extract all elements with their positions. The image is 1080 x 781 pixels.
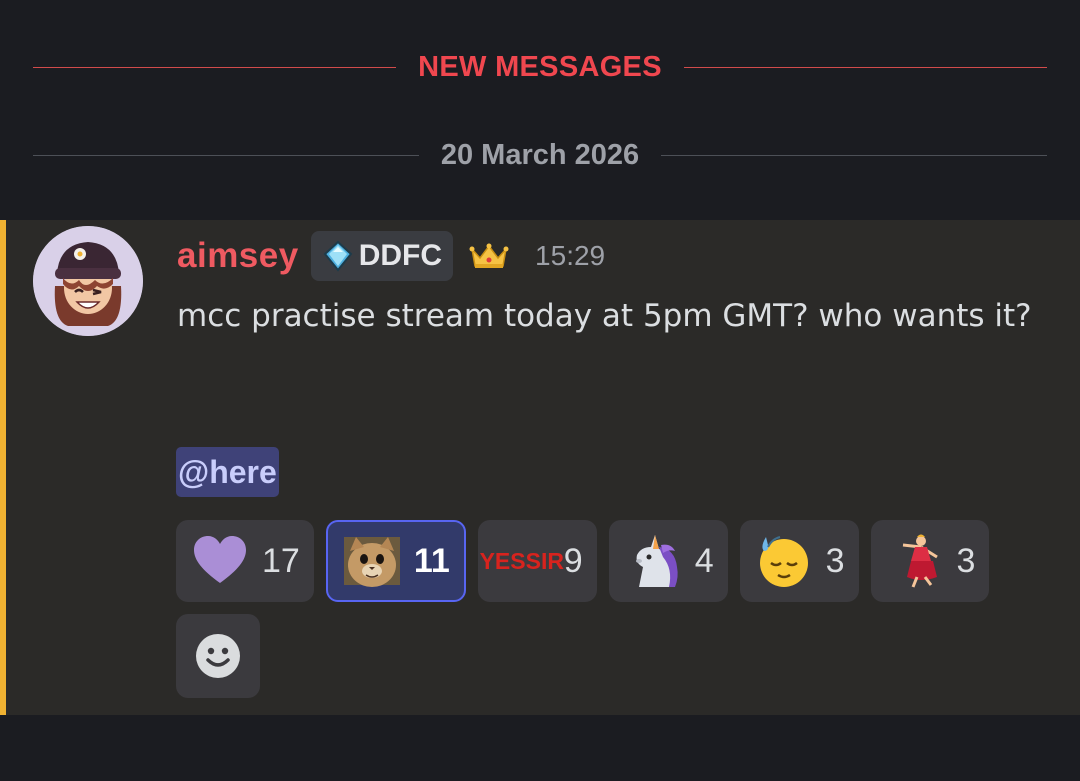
new-messages-label: NEW MESSAGES <box>418 50 662 83</box>
divider-line-right <box>683 66 1047 68</box>
date-divider: 20 March 2026 <box>33 136 1047 174</box>
add-reaction-button[interactable] <box>176 614 260 698</box>
reaction-count: 3 <box>825 541 845 580</box>
divider-line-right <box>661 154 1047 156</box>
here-mention[interactable]: @here <box>176 447 279 497</box>
reactions-bar: 17 11 YES SIR 9 4 3 3 <box>176 520 990 604</box>
divider-line-left <box>33 66 397 68</box>
mention-highlight-bar <box>0 220 6 715</box>
cat-face-custom-emoji <box>343 533 400 589</box>
message[interactable]: aimsey DDFC 15:29 mcc practise stream to… <box>0 220 1080 715</box>
message-timestamp[interactable]: 15:29 <box>535 240 605 272</box>
reaction-sleepy-sweat[interactable]: 3 <box>739 520 859 602</box>
new-messages-divider: NEW MESSAGES <box>33 48 1047 86</box>
reaction-yes-sir[interactable]: YES SIR 9 <box>477 520 597 602</box>
server-tag[interactable]: DDFC <box>310 231 454 281</box>
reaction-unicorn[interactable]: 4 <box>608 520 728 602</box>
diamond-icon <box>323 240 353 272</box>
message-header: aimsey DDFC 15:29 <box>177 231 605 281</box>
message-content: mcc practise stream today at 5pm GMT? wh… <box>177 298 1032 334</box>
avatar[interactable] <box>33 226 143 336</box>
reaction-count: 17 <box>262 541 300 580</box>
reaction-dancer[interactable]: 3 <box>870 520 990 602</box>
reaction-count: 9 <box>563 541 583 580</box>
server-tag-label: DDFC <box>358 239 443 272</box>
yes-sir-text-line1: YES <box>479 548 526 574</box>
reaction-cat-face[interactable]: 11 <box>325 520 466 602</box>
reaction-count: 11 <box>413 541 450 580</box>
purple-heart-icon <box>192 533 248 589</box>
reaction-purple-heart[interactable]: 17 <box>176 520 314 602</box>
yes-sir-custom-emoji: YES SIR <box>480 533 564 589</box>
crown-icon <box>469 241 509 271</box>
reaction-count: 4 <box>694 541 714 580</box>
sleepy-sweat-face-icon <box>756 533 812 589</box>
dancer-icon <box>887 533 943 589</box>
yes-sir-text-line2: SIR <box>525 548 564 574</box>
username[interactable]: aimsey <box>177 236 299 276</box>
divider-line-left <box>33 154 419 156</box>
date-label: 20 March 2026 <box>440 138 640 171</box>
reaction-count: 3 <box>956 541 976 580</box>
smiley-add-reaction-icon <box>196 634 240 678</box>
unicorn-icon <box>625 533 681 589</box>
